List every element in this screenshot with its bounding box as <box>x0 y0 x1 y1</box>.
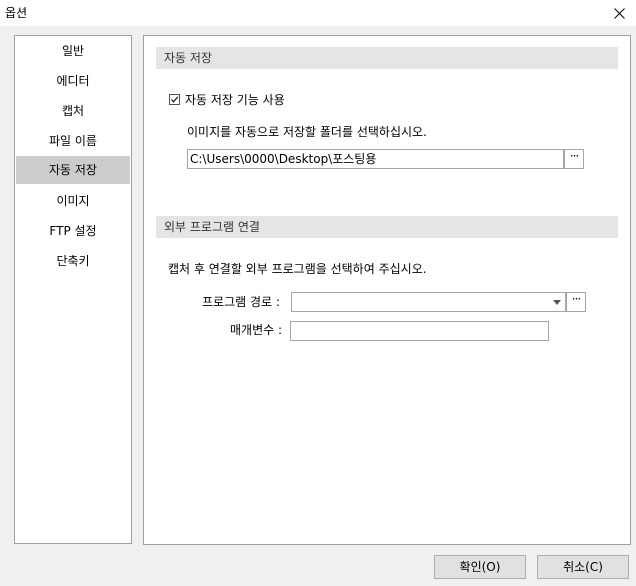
autosave-folder-input[interactable]: C:\Users\0000\Desktop\포스팅용 <box>187 149 564 169</box>
sidebar-item-file-name[interactable]: 파일 이름 <box>16 127 130 155</box>
folder-instruction: 이미지를 자동으로 저장할 폴더를 선택하십시오. <box>187 125 427 139</box>
program-path-browse-button[interactable]: ··· <box>566 292 586 312</box>
program-path-dropdown[interactable] <box>291 292 566 312</box>
title-bar: 옵션 <box>0 0 636 26</box>
settings-panel: 자동 저장 자동 저장 기능 사용 이미지를 자동으로 저장할 폴더를 선택하십… <box>143 35 631 545</box>
autosave-enable-label[interactable]: 자동 저장 기능 사용 <box>185 91 285 108</box>
sidebar-item-image[interactable]: 이미지 <box>16 187 130 215</box>
parameters-label: 매개변수 : <box>230 323 283 337</box>
sidebar-item-capture[interactable]: 캡처 <box>16 97 130 125</box>
external-program-section-header: 외부 프로그램 연결 <box>156 216 618 238</box>
external-program-instruction: 캡처 후 연결할 외부 프로그램을 선택하여 주십시오. <box>168 262 427 276</box>
autosave-section-header: 자동 저장 <box>156 47 618 69</box>
sidebar-item-autosave[interactable]: 자동 저장 <box>16 156 130 184</box>
cancel-button[interactable]: 취소(C) <box>537 555 629 579</box>
options-sidebar: 일반 에디터 캡처 파일 이름 자동 저장 이미지 FTP 설정 단축키 <box>14 35 132 544</box>
chevron-down-icon[interactable] <box>548 292 566 312</box>
sidebar-item-editor[interactable]: 에디터 <box>16 67 130 95</box>
sidebar-item-ftp[interactable]: FTP 설정 <box>16 217 130 245</box>
parameters-input[interactable] <box>290 321 549 341</box>
program-path-label: 프로그램 경로 : <box>202 295 280 309</box>
window-title: 옵션 <box>5 6 28 20</box>
check-icon <box>171 96 179 103</box>
sidebar-item-shortcuts[interactable]: 단축키 <box>16 247 130 275</box>
autosave-enable-checkbox[interactable] <box>169 94 180 105</box>
autosave-browse-button[interactable]: ··· <box>564 149 584 169</box>
sidebar-item-general[interactable]: 일반 <box>16 37 130 65</box>
ok-button[interactable]: 확인(O) <box>434 555 526 579</box>
close-icon <box>613 7 625 19</box>
close-button[interactable] <box>602 0 636 26</box>
